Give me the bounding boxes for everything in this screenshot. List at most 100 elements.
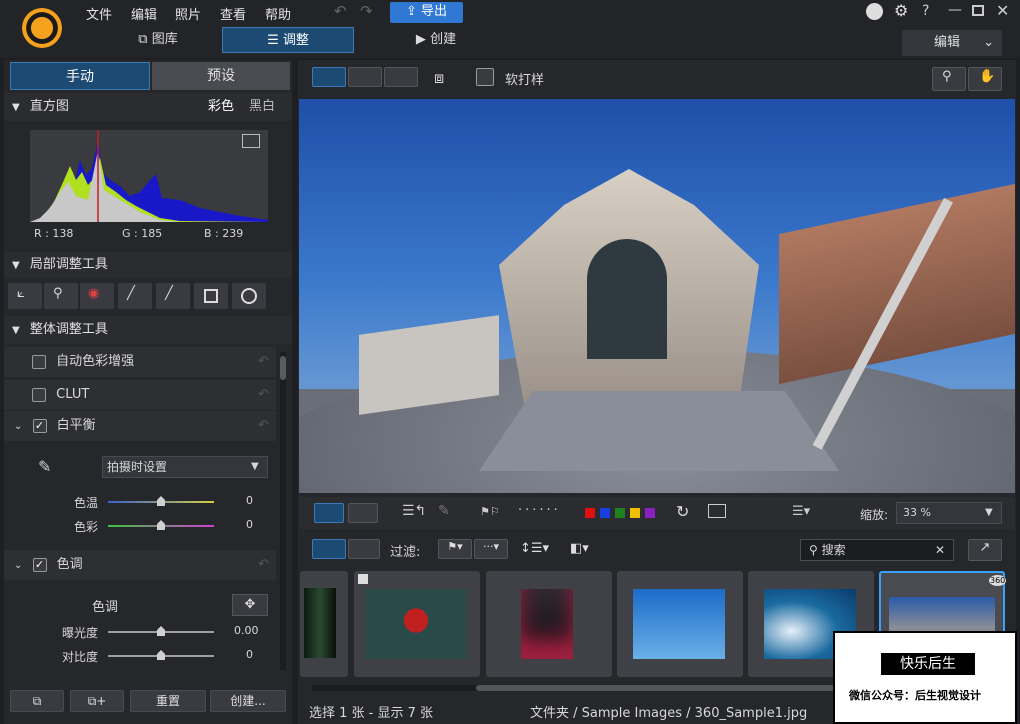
close-icon[interactable]: ✕: [996, 1, 1009, 20]
menu-file[interactable]: 文件: [86, 4, 112, 23]
auto-color-checkbox[interactable]: [32, 354, 46, 369]
color-label-green[interactable]: [615, 508, 625, 518]
app-logo: [22, 8, 62, 48]
thumbnail-forest[interactable]: [300, 571, 348, 677]
sort-menu-icon[interactable]: ☰▾: [792, 504, 810, 519]
brush-tool-icon[interactable]: ╱: [118, 283, 152, 309]
main-image-viewer[interactable]: [299, 99, 1015, 493]
fit-screen-icon[interactable]: [708, 504, 726, 518]
redeye-tool-icon[interactable]: ◉: [80, 283, 114, 309]
reset-icon[interactable]: ↶: [258, 380, 269, 410]
white-balance-checkbox[interactable]: ✓: [32, 418, 47, 433]
undo-icon[interactable]: ↶: [334, 2, 347, 20]
soft-proof-checkbox[interactable]: [476, 68, 494, 86]
pen-icon[interactable]: ✎: [438, 503, 450, 519]
flag-icon[interactable]: ⚑⚐: [480, 505, 500, 518]
crop-tool-icon[interactable]: ⟀: [8, 283, 42, 309]
tone-row: ⌄ ✓ 色调 ↶: [4, 550, 276, 580]
view-mode-group: [312, 67, 418, 89]
copy-settings-button[interactable]: ⧉: [10, 690, 64, 712]
file-path: 文件夹 / Sample Images / 360_Sample1.jpg: [530, 706, 808, 721]
rect-mask-icon[interactable]: [194, 283, 228, 309]
thumbnail-neon[interactable]: [486, 571, 612, 677]
global-tools-header[interactable]: ▼ 整体调整工具: [4, 316, 292, 344]
compare-icon[interactable]: ⧈: [434, 68, 444, 88]
redo-icon[interactable]: ↷: [360, 2, 373, 20]
white-balance-preset-select[interactable]: 拍摄时设置 ▼: [102, 456, 268, 478]
clipping-warning-icon[interactable]: [242, 134, 260, 148]
single-image-icon[interactable]: [314, 503, 344, 523]
tone-section-label: 色调: [92, 600, 119, 615]
sort-order-icon[interactable]: ↕☰▾: [520, 541, 549, 556]
dual-image-icon[interactable]: [348, 503, 378, 523]
flag-filter-icon[interactable]: ⚑▾: [438, 539, 472, 559]
eyedropper-icon[interactable]: ✎: [38, 457, 51, 476]
left-scrollbar[interactable]: [280, 352, 286, 670]
tab-preset[interactable]: 预设: [152, 62, 290, 90]
menu-view[interactable]: 查看: [220, 4, 246, 23]
export-label: 导出: [421, 4, 448, 19]
filmstrip-view-icon[interactable]: [348, 67, 382, 87]
rotate-icon[interactable]: ↻: [676, 502, 689, 521]
histogram-header[interactable]: ▼ 直方图 彩色 黑白: [4, 93, 292, 121]
rating-filter-icon[interactable]: ···▾: [474, 539, 508, 559]
menu-edit[interactable]: 编辑: [131, 4, 157, 23]
exposure-value[interactable]: 0.00: [234, 624, 259, 637]
zoom-select[interactable]: 33 % ▼: [896, 502, 1002, 524]
tab-library[interactable]: ⧉ 图库: [118, 27, 198, 53]
color-label-yellow[interactable]: [630, 508, 640, 518]
notification-icon[interactable]: [866, 3, 883, 20]
radial-mask-icon[interactable]: [232, 283, 266, 309]
thumbnail-skater[interactable]: [617, 571, 743, 677]
tab-manual[interactable]: 手动: [10, 62, 150, 90]
expand-icon[interactable]: ⌄: [14, 421, 22, 432]
level-tool-icon[interactable]: ⚲: [44, 283, 78, 309]
color-label-purple[interactable]: [645, 508, 655, 518]
hand-tool-icon[interactable]: ✋: [968, 67, 1002, 91]
healing-brush-icon[interactable]: ╱: [156, 283, 190, 309]
export-button[interactable]: ⇪ 导出: [390, 2, 463, 23]
histogram-color-toggle[interactable]: 彩色: [208, 93, 234, 121]
temperature-value[interactable]: 0: [246, 494, 253, 507]
help-icon[interactable]: ?: [922, 3, 929, 19]
tint-label: 色彩: [74, 520, 99, 534]
reset-icon[interactable]: ↶: [258, 411, 269, 441]
tab-adjust[interactable]: ☰ 调整: [222, 27, 354, 53]
tone-picker-icon[interactable]: ✥: [232, 594, 268, 616]
external-open-icon[interactable]: ↗: [968, 539, 1002, 561]
tab-create[interactable]: ▶ 创建: [396, 27, 476, 53]
tint-value[interactable]: 0: [246, 518, 253, 531]
zoom-tool-icon[interactable]: ⚲: [932, 67, 966, 91]
clut-checkbox[interactable]: [32, 387, 46, 402]
sliders-icon: ☰: [267, 33, 283, 48]
edit-dropdown[interactable]: 编辑 ⌄: [902, 30, 1002, 56]
color-label-blue[interactable]: [600, 508, 610, 518]
local-tools-header[interactable]: ▼ 局部调整工具: [4, 252, 292, 278]
reset-icon[interactable]: ↶: [258, 347, 269, 377]
grid-view-icon[interactable]: [384, 67, 418, 87]
maximize-icon[interactable]: [972, 5, 984, 16]
list-view-icon[interactable]: [348, 539, 380, 559]
single-view-icon[interactable]: [312, 67, 346, 87]
rotate-rating-icon[interactable]: ☰↰: [402, 503, 426, 519]
reset-button[interactable]: 重置: [130, 690, 206, 712]
expand-icon[interactable]: ⌄: [14, 560, 22, 571]
filmstrip-thumb-icon[interactable]: [312, 539, 346, 559]
clear-search-icon[interactable]: ✕: [935, 540, 945, 560]
menu-help[interactable]: 帮助: [265, 4, 291, 23]
histogram-bw-toggle[interactable]: 黑白: [249, 93, 275, 121]
paste-settings-button[interactable]: ⧉+: [70, 690, 124, 712]
rating-dots[interactable]: ······: [518, 503, 561, 518]
minimize-icon[interactable]: —: [948, 2, 962, 18]
contrast-value[interactable]: 0: [246, 648, 253, 661]
white-balance-title: 白平衡: [56, 418, 96, 433]
tone-checkbox[interactable]: ✓: [32, 557, 47, 572]
menu-photos[interactable]: 照片: [175, 4, 201, 23]
thumbnail-leaf[interactable]: [354, 571, 480, 677]
search-input[interactable]: ⚲ 搜索 ✕: [800, 539, 954, 561]
reset-icon[interactable]: ↶: [258, 550, 269, 580]
gear-icon[interactable]: ⚙: [894, 1, 908, 20]
color-label-red[interactable]: [585, 508, 595, 518]
create-preset-button[interactable]: 创建...: [210, 690, 286, 712]
group-icon[interactable]: ◧▾: [570, 541, 589, 556]
